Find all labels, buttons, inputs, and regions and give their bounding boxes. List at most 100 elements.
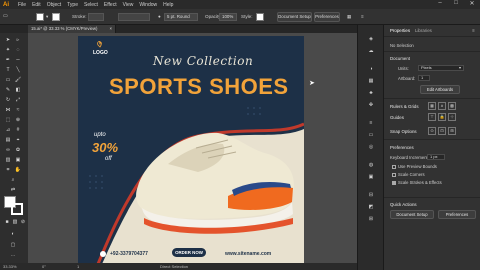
artboard[interactable]: LOGO New Collection SPORTS SHOES upto 30…: [78, 36, 304, 264]
stroke-swatch[interactable]: [52, 13, 60, 21]
rotation-value[interactable]: 0°: [42, 264, 46, 269]
hand-tool-icon[interactable]: ✋: [14, 166, 22, 174]
show-guides-icon[interactable]: ⊤: [428, 113, 436, 121]
edit-artboards-button[interactable]: Edit Artboards: [420, 85, 460, 94]
keyboard-increment-field[interactable]: 1 px: [427, 154, 445, 160]
menu-effect[interactable]: Effect: [104, 2, 117, 8]
blend-tool-icon[interactable]: ∞: [4, 146, 12, 154]
paintbrush-tool-icon[interactable]: 🖌: [14, 76, 22, 84]
snap-to-grid-icon[interactable]: ⊞: [448, 127, 456, 135]
graph-tool-icon[interactable]: ▥: [4, 156, 12, 164]
artboard-tool-icon[interactable]: ▣: [14, 156, 22, 164]
graphic-styles-icon[interactable]: ▣: [367, 173, 375, 181]
grid-icon[interactable]: #: [438, 102, 446, 110]
units-select[interactable]: Pixels ▾: [418, 65, 464, 71]
menu-select[interactable]: Select: [84, 2, 98, 8]
stroke-panel-icon[interactable]: ≡: [367, 119, 375, 127]
minimize-icon[interactable]: –: [432, 0, 448, 7]
lasso-tool-icon[interactable]: ◌: [14, 46, 22, 54]
transparency-grid-icon[interactable]: ▩: [448, 102, 456, 110]
artboard-select[interactable]: 1: [418, 75, 430, 81]
libraries-icon[interactable]: ☁: [367, 47, 375, 55]
graphic-style-swatch[interactable]: [256, 13, 264, 21]
line-tool-icon[interactable]: ╲: [14, 66, 22, 74]
menu-type[interactable]: Type: [67, 2, 78, 8]
symbol-sprayer-icon[interactable]: ✿: [14, 146, 22, 154]
swatches-icon[interactable]: ▦: [367, 77, 375, 85]
menu-help[interactable]: Help: [163, 2, 173, 8]
pen-tool-icon[interactable]: ✒: [4, 56, 12, 64]
type-tool-icon[interactable]: T: [4, 66, 12, 74]
arrange-icon[interactable]: ▦: [347, 14, 351, 20]
menu-object[interactable]: Object: [47, 2, 61, 8]
color-mode-icon[interactable]: ■: [3, 218, 11, 226]
scale-corners-checkbox[interactable]: [392, 173, 396, 177]
eyedropper-icon[interactable]: ⌖: [14, 136, 22, 144]
free-transform-icon[interactable]: ⬚: [4, 116, 12, 124]
variable-width-field[interactable]: [118, 13, 150, 21]
menu-file[interactable]: File: [18, 2, 26, 8]
warp-tool-icon[interactable]: ≈: [14, 106, 22, 114]
slice-tool-icon[interactable]: ⌗: [4, 166, 12, 174]
rulers-icon[interactable]: ▦: [428, 102, 436, 110]
mesh-tool-icon[interactable]: #: [14, 126, 22, 134]
tab-properties[interactable]: Properties: [390, 28, 410, 33]
panel-menu-icon[interactable]: ≡: [472, 28, 475, 33]
artboard-number[interactable]: 1: [77, 264, 79, 269]
direct-selection-tool-icon[interactable]: ▹: [14, 36, 22, 44]
snap-to-point-icon[interactable]: ⊙: [428, 127, 436, 135]
stroke-weight-field[interactable]: [88, 13, 104, 21]
tab-libraries[interactable]: Libraries: [415, 28, 432, 33]
quick-document-setup-button[interactable]: Document Setup: [390, 210, 434, 219]
rectangle-tool-icon[interactable]: ▭: [4, 76, 12, 84]
magic-wand-icon[interactable]: ✦: [4, 46, 12, 54]
document-tab[interactable]: 15.ai* @ 33.33 % (CMYK/Preview) ×: [28, 25, 116, 33]
scale-strokes-checkbox[interactable]: [392, 181, 396, 185]
fill-dropdown-icon[interactable]: ▾: [46, 14, 48, 20]
symbols-icon[interactable]: ✤: [367, 101, 375, 109]
use-preview-bounds-checkbox[interactable]: [392, 165, 396, 169]
layers-icon[interactable]: ◈: [367, 35, 375, 43]
lock-guides-icon[interactable]: 🔒: [438, 113, 446, 121]
maximize-icon[interactable]: □: [448, 0, 464, 7]
zoom-tool-icon[interactable]: ⌕: [9, 176, 17, 184]
screen-mode-icon[interactable]: ▢: [9, 241, 17, 249]
opacity-field[interactable]: 100%: [219, 13, 237, 21]
gradient-tool-icon[interactable]: ▤: [4, 136, 12, 144]
color-panel-icon[interactable]: ◑: [367, 65, 375, 73]
document-setup-button[interactable]: Document Setup: [277, 12, 312, 22]
selection-tool-icon[interactable]: ➤: [4, 36, 12, 44]
smart-guides-icon[interactable]: ⊹: [448, 113, 456, 121]
pencil-tool-icon[interactable]: ✎: [4, 86, 12, 94]
menu-view[interactable]: View: [123, 2, 134, 8]
quick-preferences-button[interactable]: Preferences: [438, 210, 476, 219]
gradient-panel-icon[interactable]: ▭: [367, 131, 375, 139]
scale-tool-icon[interactable]: ⤢: [14, 96, 22, 104]
rotate-tool-icon[interactable]: ↻: [4, 96, 12, 104]
panel-menu-icon[interactable]: ≡: [361, 14, 364, 19]
more-tools-icon[interactable]: ⋯: [9, 252, 17, 260]
menu-window[interactable]: Window: [139, 2, 157, 8]
perspective-grid-icon[interactable]: ⊿: [4, 126, 12, 134]
width-tool-icon[interactable]: ⋈: [4, 106, 12, 114]
brushes-icon[interactable]: ♣: [367, 89, 375, 97]
menu-edit[interactable]: Edit: [32, 2, 41, 8]
shape-builder-icon[interactable]: ⊕: [14, 116, 22, 124]
stroke-color-box[interactable]: [11, 203, 23, 215]
eraser-tool-icon[interactable]: ◧: [14, 86, 22, 94]
curvature-tool-icon[interactable]: ∽: [14, 56, 22, 64]
preferences-button[interactable]: Preferences: [314, 12, 340, 22]
transparency-icon[interactable]: ◎: [367, 143, 375, 151]
close-tab-icon[interactable]: ×: [109, 25, 112, 33]
none-mode-icon[interactable]: ⊘: [19, 218, 27, 226]
fill-swatch[interactable]: [36, 13, 44, 21]
close-window-icon[interactable]: ✕: [464, 0, 480, 7]
snap-to-pixel-icon[interactable]: ⊡: [438, 127, 446, 135]
transform-panel-icon[interactable]: ⊞: [367, 215, 375, 223]
brush-field[interactable]: 5 pt. Round: [164, 13, 198, 21]
swap-fill-stroke-icon[interactable]: ⇄: [9, 186, 17, 194]
gradient-mode-icon[interactable]: ▧: [11, 218, 19, 226]
zoom-level[interactable]: 33.33%: [3, 264, 17, 269]
draw-mode-icon[interactable]: ◐: [9, 230, 17, 238]
appearance-icon[interactable]: ◍: [367, 161, 375, 169]
